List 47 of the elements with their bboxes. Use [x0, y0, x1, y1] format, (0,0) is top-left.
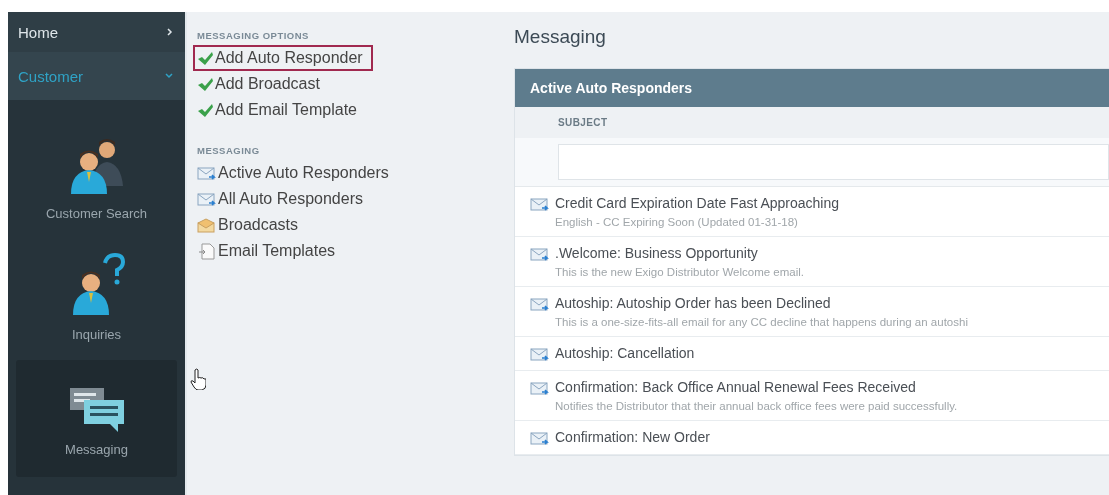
- row-subject[interactable]: Autoship: Autoship Order has been Declined: [555, 295, 968, 311]
- mail-icon: [197, 191, 216, 207]
- mail-icon: [197, 165, 216, 181]
- menu-link[interactable]: Add Broadcast: [193, 71, 330, 97]
- row-subject[interactable]: Credit Card Expiration Date Fast Approaching: [555, 195, 840, 211]
- menu-link[interactable]: All Auto Responders: [193, 186, 373, 212]
- checkmark-icon: [197, 77, 213, 91]
- row-description: Notifies the Distributor that their annual back office fees were paid successfully.: [555, 400, 958, 412]
- document-icon: [197, 242, 216, 260]
- mail-icon: [530, 247, 549, 262]
- row-subject[interactable]: .Welcome: Business Opportunity: [555, 245, 805, 261]
- mail-icon: [530, 431, 549, 446]
- hand-cursor-icon: [190, 368, 206, 390]
- checkmark-icon: [197, 103, 213, 117]
- chevron-right-icon: [167, 28, 173, 36]
- chat-bubbles-icon: [67, 386, 126, 432]
- column-header: SUBJECT: [515, 107, 1109, 138]
- menu-link[interactable]: Email Templates: [193, 238, 346, 264]
- row-subject[interactable]: Autoship: Cancellation: [555, 345, 695, 361]
- mail-icon: [530, 381, 549, 396]
- envelope-icon: [197, 217, 216, 233]
- nav-item[interactable]: Home: [8, 12, 185, 52]
- row-description: English - CC Expiring Soon (Updated 01-31-18): [555, 216, 799, 228]
- tile-label: Inquiries: [71, 327, 122, 342]
- sidebar-tile[interactable]: Messaging: [16, 360, 177, 477]
- tile-label: Customer Search: [45, 206, 148, 221]
- mail-icon: [530, 197, 549, 212]
- menu-link[interactable]: Add Auto Responder: [193, 45, 373, 71]
- section-heading: MESSAGING: [197, 145, 260, 156]
- panel-header: Active Auto Responders: [515, 69, 1109, 107]
- row-subject[interactable]: Confirmation: New Order: [555, 429, 710, 445]
- menu-link[interactable]: Broadcasts: [193, 212, 309, 238]
- section-heading: MESSAGING OPTIONS: [197, 30, 309, 41]
- sidebar-tile[interactable]: Customer Search: [16, 122, 177, 233]
- row-description: This is the new Exigo Distributor Welcome email.: [555, 266, 805, 278]
- sidebar-tile[interactable]: Inquiries: [16, 239, 177, 354]
- page-title: Messaging: [514, 26, 607, 48]
- checkmark-icon: [197, 51, 213, 65]
- filter-field[interactable]: [558, 144, 1109, 180]
- mail-icon: [530, 347, 549, 362]
- menu-link[interactable]: Active Auto Responders: [193, 160, 399, 186]
- row-description: This is a one-size-fits-all email for any CC decline that happens during an autoshi: [555, 316, 968, 328]
- mail-icon: [530, 297, 549, 312]
- chevron-down-icon: [165, 73, 173, 79]
- menu-link[interactable]: Add Email Template: [193, 97, 367, 123]
- row-subject[interactable]: Confirmation: Back Office Annual Renewal Fees Received: [555, 379, 958, 395]
- tile-label: Messaging: [65, 442, 128, 457]
